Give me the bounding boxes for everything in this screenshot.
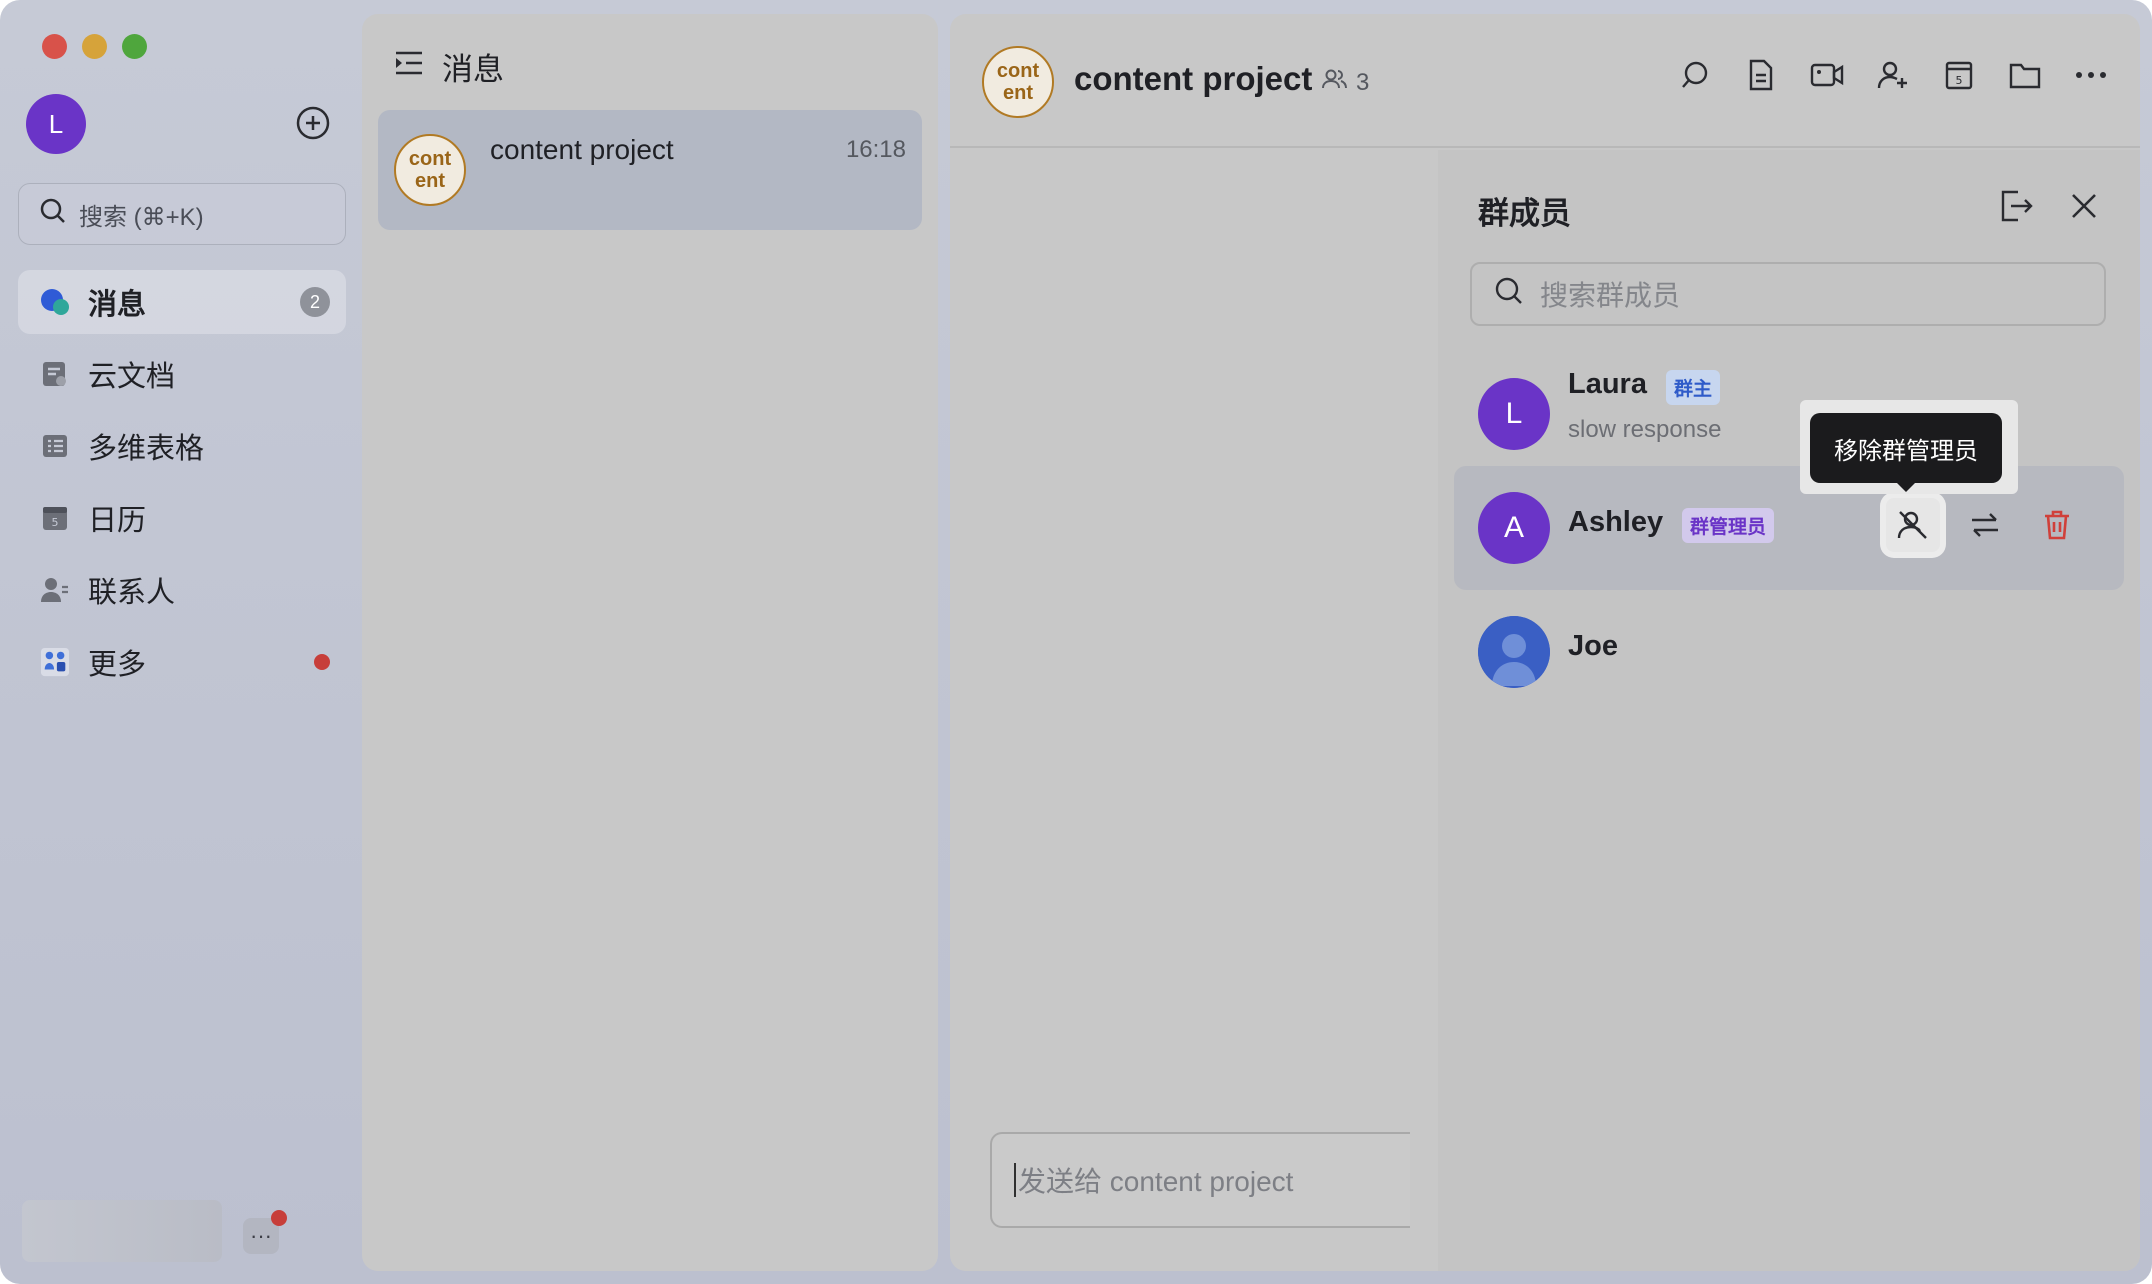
chat-header: cont ent content project 3 5: [950, 14, 2140, 148]
member-row[interactable]: Joe: [1454, 590, 2124, 714]
search-placeholder: 搜索 (⌘+K): [79, 203, 204, 231]
message-list-header: 消息: [394, 44, 504, 89]
calendar-icon[interactable]: 5: [1942, 58, 1976, 92]
member-status: slow response: [1568, 416, 1722, 443]
members-panel-title: 群成员: [1478, 196, 1571, 231]
sidebar-item-label: 多维表格: [88, 433, 205, 465]
search-icon: [39, 197, 67, 232]
tooltip-arrow: [1896, 482, 1916, 492]
member-name: Ashley: [1568, 506, 1664, 538]
table-icon: [40, 431, 70, 461]
chat-toolbar: 5: [1678, 58, 2108, 92]
app-window: L 搜索 (⌘+K) 消息 2 云文档 多维表格 5 日历 联系人 更多 ···…: [0, 0, 2152, 1284]
members-panel: 群成员 搜索群成员 L Laura 群主 slow response A Ash…: [1438, 150, 2140, 1271]
member-count-value: 3: [1356, 68, 1370, 96]
collapse-list-icon[interactable]: [394, 49, 424, 85]
sidebar-item-label: 消息: [88, 289, 147, 321]
chat-timestamp: 16:18: [845, 136, 906, 163]
member-avatar: L: [1478, 378, 1550, 450]
member-avatar: A: [1478, 492, 1550, 564]
sidebar-item-base[interactable]: 多维表格: [18, 414, 346, 478]
member-search-input[interactable]: 搜索群成员: [1470, 262, 2106, 326]
default-avatar-icon: [1478, 616, 1550, 688]
blurred-profile: [22, 1200, 222, 1262]
admin-tag: 群管理员: [1682, 508, 1775, 543]
remove-admin-icon[interactable]: [1886, 498, 1940, 552]
transfer-icon[interactable]: [1958, 498, 2012, 552]
sidebar-item-label: 联系人: [88, 577, 176, 609]
group-avatar[interactable]: cont ent: [982, 46, 1054, 118]
composer-placeholder: 发送给 content project: [1018, 1166, 1294, 1197]
member-name: Laura: [1568, 368, 1647, 400]
member-search-placeholder: 搜索群成员: [1540, 280, 1681, 311]
search-chat-icon[interactable]: [1678, 58, 1712, 92]
member-row[interactable]: A Ashley 群管理员: [1454, 466, 2124, 590]
message-list-panel: 消息 cont ent content project 16:18: [362, 14, 938, 1271]
delete-icon[interactable]: [2030, 498, 2084, 552]
folder-icon[interactable]: [2008, 58, 2042, 92]
sidebar-item-contacts[interactable]: 联系人: [18, 558, 346, 622]
add-icon[interactable]: [296, 106, 330, 140]
document-icon: [40, 359, 70, 389]
sidebar-item-messages[interactable]: 消息 2: [18, 270, 346, 334]
chat-list-item[interactable]: cont ent content project 16:18: [378, 110, 922, 230]
owner-tag: 群主: [1666, 370, 1721, 405]
more-options-label: ···: [250, 1223, 272, 1248]
more-icon[interactable]: [2074, 58, 2108, 92]
sidebar-item-label: 云文档: [88, 361, 176, 393]
sidebar-item-more[interactable]: 更多: [18, 630, 346, 694]
apps-icon: [40, 647, 70, 677]
video-call-icon[interactable]: [1810, 58, 1844, 92]
svg-text:5: 5: [52, 516, 59, 529]
contacts-icon: [40, 575, 70, 605]
chat-title[interactable]: content project: [1074, 60, 1312, 98]
document-icon[interactable]: [1744, 58, 1778, 92]
text-cursor: [1014, 1163, 1016, 1197]
notification-dot: [314, 654, 330, 670]
zoom-window-button[interactable]: [122, 34, 147, 59]
svg-text:5: 5: [1956, 74, 1963, 87]
export-icon[interactable]: [1998, 188, 2034, 224]
member-count[interactable]: 3: [1322, 68, 1369, 97]
chat-name: content project: [490, 134, 674, 165]
chat-bubble-icon: [40, 287, 70, 317]
tooltip: 移除群管理员: [1810, 413, 2002, 483]
user-avatar[interactable]: L: [26, 94, 86, 154]
notification-dot: [271, 1210, 287, 1226]
member-name: Joe: [1568, 630, 1618, 662]
search-icon: [1494, 276, 1524, 313]
member-actions: [1886, 498, 2084, 552]
sidebar-item-label: 更多: [88, 649, 147, 681]
sidebar-nav: 消息 2 云文档 多维表格 5 日历 联系人 更多: [18, 270, 346, 702]
message-list-title: 消息: [442, 52, 504, 87]
unread-badge: 2: [300, 287, 330, 317]
sidebar-item-label: 日历: [88, 505, 147, 537]
close-icon[interactable]: [2066, 188, 2102, 224]
group-avatar: cont ent: [394, 134, 466, 206]
sidebar-item-docs[interactable]: 云文档: [18, 342, 346, 406]
more-options-button[interactable]: ···: [243, 1210, 287, 1254]
message-composer[interactable]: 发送给 content project: [990, 1132, 1410, 1228]
minimize-window-button[interactable]: [82, 34, 107, 59]
global-search[interactable]: 搜索 (⌘+K): [18, 183, 346, 245]
sidebar-item-calendar[interactable]: 5 日历: [18, 486, 346, 550]
members-icon: [1322, 68, 1348, 97]
member-row[interactable]: L Laura 群主 slow response: [1454, 352, 2124, 476]
close-window-button[interactable]: [42, 34, 67, 59]
calendar-icon: 5: [40, 503, 70, 533]
add-member-icon[interactable]: [1876, 58, 1910, 92]
